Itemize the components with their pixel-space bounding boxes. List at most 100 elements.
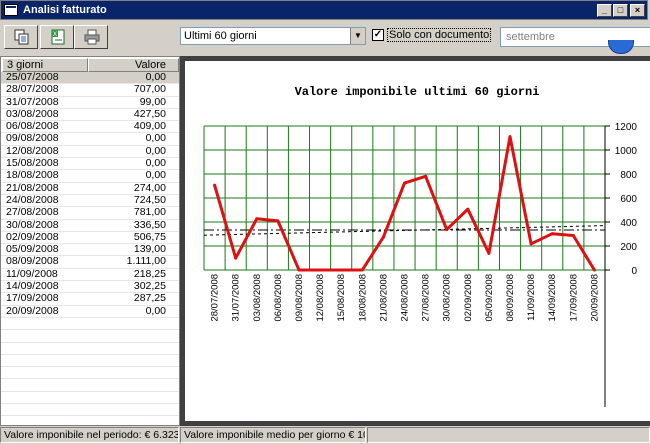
period-select[interactable]: Ultimi 60 giorni ▼ [180,27,366,45]
list-item[interactable]: 18/08/2008 0,00 [1,170,179,183]
list-item-date: 11/09/2008 [6,267,58,280]
y-tick-label: 200 [620,242,637,253]
list-item-date: 28/07/2008 [6,83,59,96]
list-item-date: 06/08/2008 [6,120,59,133]
y-tick-label: 400 [620,218,637,229]
close-button[interactable]: × [630,4,645,17]
status-total: Valore imponibile nel periodo: € 6.323,0… [0,427,179,443]
data-point [297,268,301,272]
only-with-document-label[interactable]: Solo con documento [387,28,492,42]
print-button[interactable] [74,25,108,49]
column-header-value[interactable]: Valore [88,58,179,72]
x-tick-label: 08/09/2008 [505,274,516,322]
data-point [276,219,280,223]
list-item-date: 02/09/2008 [6,230,59,243]
data-list: 3 giorni Valore 25/07/2008 0,00 28/07/2008… [0,56,180,426]
list-item-date: 30/08/2008 [6,218,59,231]
list-item-value: 0,00 [145,304,166,317]
list-item[interactable]: 30/08/2008 336,50 [1,218,179,232]
list-item-value: 302,25 [133,280,166,293]
list-item-date: 08/09/2008 [6,255,59,268]
empty-row [1,392,179,405]
x-tick-label: 14/09/2008 [547,274,558,322]
copy-icon [14,29,29,45]
x-tick-label: 21/08/2008 [378,274,389,322]
x-tick-label: 12/08/2008 [315,274,326,322]
list-item-value: 781,00 [133,206,166,219]
y-tick-label: 800 [620,170,637,181]
list-item[interactable]: 17/09/2008 287,25 [1,292,179,306]
data-point [529,242,533,246]
list-item-date: 15/08/2008 [6,157,59,170]
only-with-document-checkbox[interactable]: ✓ [372,29,384,41]
empty-row [1,318,179,331]
maximize-button[interactable]: □ [613,4,628,17]
chart-panel: Valore imponibile ultimi 60 giorni 0 200 40… [180,56,650,426]
list-item-value: 506,75 [133,230,166,243]
empty-row [1,404,179,417]
copy-button[interactable] [4,25,38,49]
empty-row [1,367,179,380]
data-point [487,251,491,255]
chevron-down-icon[interactable]: ▼ [350,28,365,44]
x-tick-label: 03/08/2008 [252,274,263,322]
list-item[interactable]: 28/07/2008 707,00 [1,83,179,97]
data-point [213,183,217,187]
data-point [424,174,428,178]
list-item-value: 274,00 [133,181,166,194]
list-item[interactable]: 27/08/2008 781,00 [1,206,179,220]
minimize-button[interactable]: _ [597,4,612,17]
x-tick-label: 31/07/2008 [231,274,242,322]
x-tick-label: 20/09/2008 [589,274,600,322]
list-item[interactable]: 09/08/2008 0,00 [1,133,179,146]
list-item-date: 03/08/2008 [6,107,59,120]
excel-icon: X [51,29,65,45]
data-point [592,268,596,272]
list-item-date: 24/08/2008 [6,193,59,206]
list-item-date: 14/09/2008 [6,280,59,293]
x-tick-label: 28/07/2008 [210,274,221,322]
data-point [255,217,259,221]
y-tick-label: 0 [631,266,637,277]
list-item-date: 20/09/2008 [6,304,59,317]
data-point [339,268,343,272]
x-tick-label: 05/09/2008 [484,274,495,322]
list-item-value: 336,50 [133,218,166,231]
y-tick-label: 1000 [615,146,638,157]
chart-area: Valore imponibile ultimi 60 giorni 0 200 40… [185,61,650,421]
data-point [318,268,322,272]
x-tick-label: 15/08/2008 [336,274,347,322]
data-point [234,256,238,260]
empty-row [1,330,179,343]
excel-export-button[interactable]: X [40,25,74,49]
list-item-date: 31/07/2008 [6,95,59,108]
list-item-value: 287,25 [133,292,166,305]
chart-title: Valore imponibile ultimi 60 giorni [295,85,540,99]
app-window-icon [4,4,18,16]
list-item[interactable]: 08/09/2008 1.111,00 [1,255,179,269]
list-item-value: 0,00 [145,157,166,170]
x-tick-label: 27/08/2008 [421,274,432,322]
empty-row [1,355,179,368]
list-item-value: 707,00 [133,83,166,96]
x-tick-label: 09/08/2008 [294,274,305,322]
data-point [466,207,470,211]
x-tick-label: 11/09/2008 [526,274,537,321]
list-item-value: 139,00 [133,243,166,256]
column-header-period[interactable]: 3 giorni [2,58,88,72]
x-tick-label: 06/08/2008 [273,274,284,322]
data-point [550,232,554,236]
status-average: Valore imponibile medio per giorno € 105… [180,427,366,443]
data-point [360,268,364,272]
title-bar: Analisi fatturato _ □ × [0,0,648,20]
x-tick-label: 17/09/2008 [568,274,579,322]
data-point [403,181,406,185]
list-item-date: 25/07/2008 [6,71,59,83]
status-bar: Valore imponibile nel periodo: € 6.323,0… [0,427,650,444]
list-item-value: 0,00 [145,144,166,157]
list-item[interactable]: 20/09/2008 0,00 [1,304,179,318]
data-point [508,135,512,139]
list-item-date: 17/09/2008 [6,292,59,305]
list-item-value: 409,00 [133,120,166,133]
data-point [381,235,385,239]
